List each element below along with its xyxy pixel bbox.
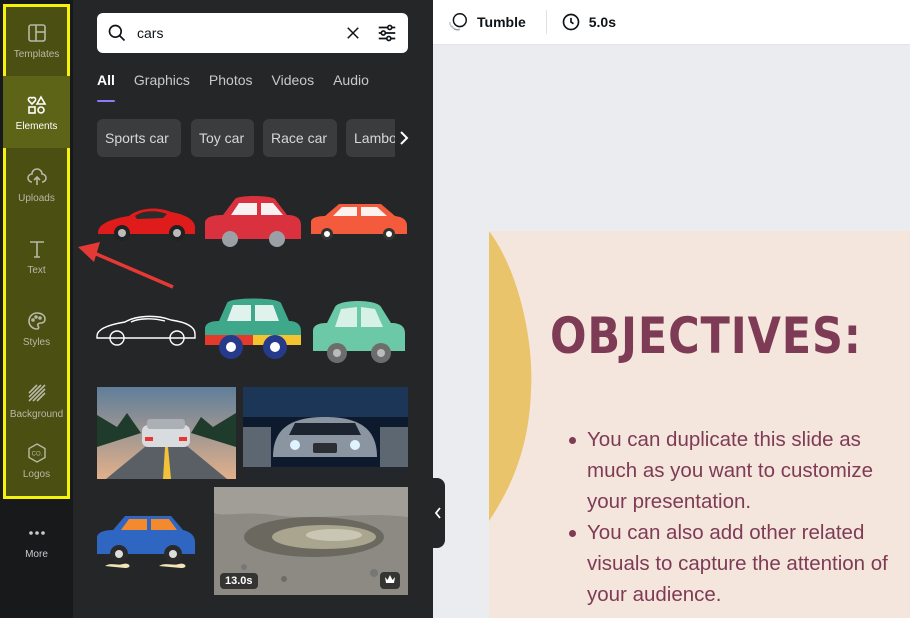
blue-cartoon-car-graphic[interactable] — [95, 510, 197, 572]
pothole-video[interactable]: 13.0s — [214, 487, 408, 595]
crown-icon — [380, 572, 400, 589]
tab-photos[interactable]: Photos — [209, 72, 253, 102]
duration-button[interactable]: 5.0s — [561, 12, 616, 32]
rail-label: Background — [9, 408, 64, 420]
video-duration-badge: 13.0s — [220, 573, 258, 589]
tab-audio[interactable]: Audio — [333, 72, 369, 102]
search-tabs: All Graphics Photos Videos Audio — [97, 72, 388, 102]
road-car-photo[interactable] — [97, 387, 236, 479]
rail-item-text[interactable]: Text — [3, 220, 70, 292]
tab-all[interactable]: All — [97, 72, 115, 102]
animation-label: Tumble — [477, 14, 526, 30]
rail-item-uploads[interactable]: Uploads — [3, 148, 70, 220]
rail-label: Templates — [13, 48, 60, 60]
red-cartoon-car-graphic[interactable] — [203, 193, 303, 249]
search-icon — [107, 23, 127, 43]
rail-item-styles[interactable]: Styles — [3, 292, 70, 364]
orange-cartoon-car-graphic[interactable] — [309, 200, 409, 242]
tab-videos[interactable]: Videos — [272, 72, 315, 102]
collapse-panel-handle[interactable] — [431, 478, 445, 548]
uploads-icon — [26, 167, 47, 185]
suggestion-chips: Sports car Toy car Race car Lambo — [97, 119, 409, 157]
green-toy-car-graphic[interactable] — [203, 295, 303, 363]
logos-icon: CO. — [27, 442, 46, 463]
red-sports-car-graphic[interactable] — [95, 196, 197, 246]
slide-bullet: You can also add other related visuals t… — [567, 517, 897, 610]
slide-canvas[interactable]: OBJECTIVES: You can duplicate this slide… — [489, 231, 910, 618]
background-icon — [27, 383, 46, 402]
mercedes-car-photo[interactable] — [243, 387, 408, 479]
rail-label: Text — [27, 264, 46, 276]
rail-label: Elements — [15, 120, 58, 132]
more-dots-icon — [28, 530, 45, 535]
rail-item-more[interactable]: More — [3, 504, 70, 576]
rail-label: More — [25, 548, 48, 560]
rail-item-logos[interactable]: CO. Logos — [3, 424, 70, 496]
search-input[interactable] — [137, 25, 344, 41]
tab-graphics[interactable]: Graphics — [134, 72, 190, 102]
mint-cartoon-car-graphic[interactable] — [309, 297, 409, 365]
svg-text:CO.: CO. — [31, 451, 42, 457]
rail-label: Styles — [22, 336, 51, 348]
toolbar-divider — [545, 10, 547, 34]
rail-item-elements[interactable]: Elements — [3, 76, 70, 148]
chip-toy-car[interactable]: Toy car — [191, 119, 254, 157]
text-icon — [29, 240, 44, 258]
rail-label: Logos — [22, 468, 51, 480]
car-outline-graphic[interactable] — [95, 308, 197, 348]
slide-bullet: You can duplicate this slide as much as … — [567, 424, 897, 517]
clear-search-icon[interactable] — [344, 24, 362, 42]
chevron-left-icon — [434, 507, 441, 519]
clock-icon — [562, 13, 580, 31]
animation-button[interactable]: Tumble — [447, 11, 526, 33]
elements-panel: All Graphics Photos Videos Audio Sports … — [73, 0, 433, 618]
chip-race-car[interactable]: Race car — [263, 119, 337, 157]
templates-icon — [27, 23, 46, 42]
chevron-right-icon[interactable] — [395, 119, 413, 157]
slide-bullet-list[interactable]: You can duplicate this slide as much as … — [567, 424, 897, 610]
chip-sports-car[interactable]: Sports car — [97, 119, 181, 157]
left-rail: Templates Elements Uploads Text Styles B… — [0, 0, 73, 618]
filter-icon[interactable] — [376, 22, 398, 44]
duration-label: 5.0s — [588, 14, 616, 30]
animation-icon — [449, 13, 467, 31]
editor-toolbar: Tumble 5.0s — [433, 0, 910, 45]
search-box — [97, 13, 408, 53]
rail-item-templates[interactable]: Templates — [3, 4, 70, 76]
elements-icon — [27, 94, 46, 114]
styles-icon — [27, 311, 46, 330]
rail-label: Uploads — [18, 192, 55, 204]
slide-accent-shape — [489, 231, 532, 521]
slide-title[interactable]: OBJECTIVES: — [550, 307, 862, 365]
